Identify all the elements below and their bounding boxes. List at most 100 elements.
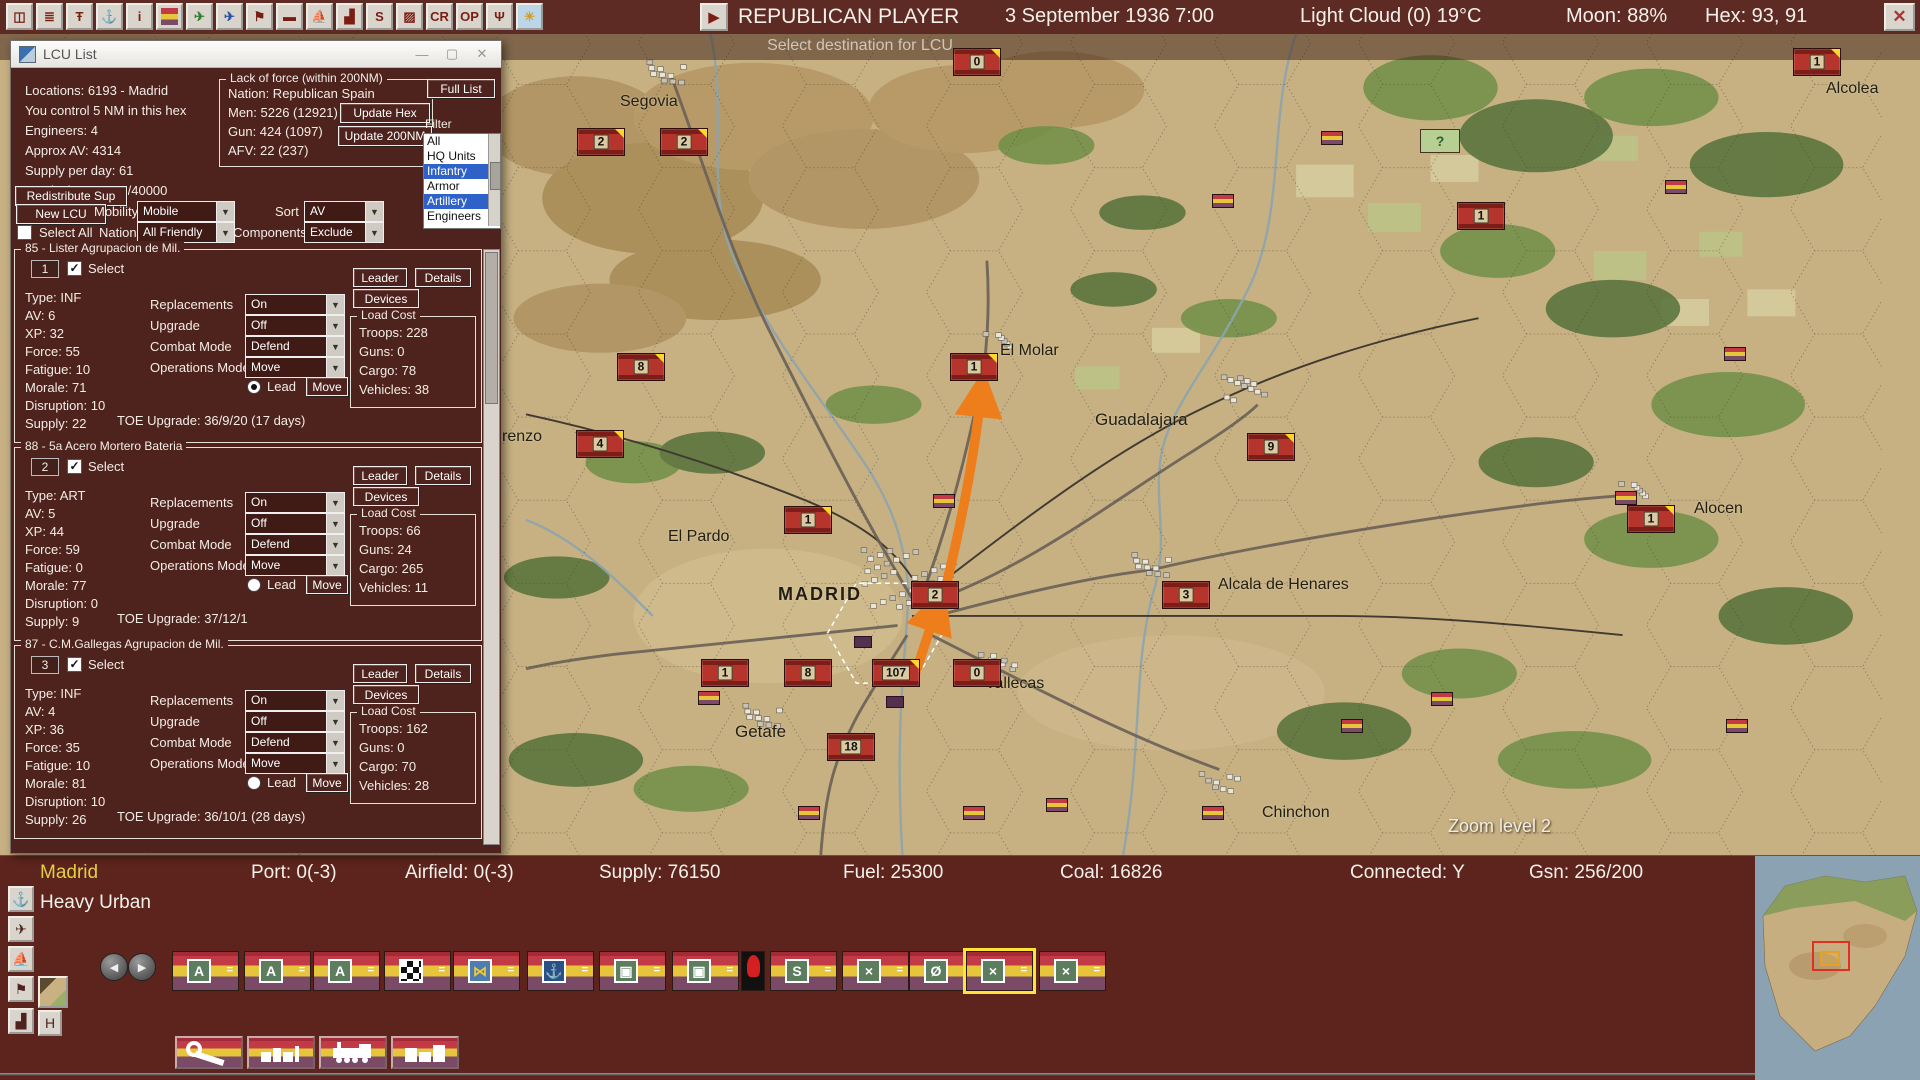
mobility-dropdown[interactable]: Mobile▼ xyxy=(137,201,235,222)
leader-button[interactable]: Leader xyxy=(353,664,407,683)
supply-icon[interactable]: S xyxy=(366,3,393,30)
unit-select-checkbox[interactable]: ✓ xyxy=(67,261,82,276)
strip-unit-pontoon[interactable]: ⋈= xyxy=(453,951,520,991)
strip-unit-s[interactable]: S= xyxy=(770,951,837,991)
move-button[interactable]: Move xyxy=(306,575,348,594)
strip-unit-aframe[interactable]: A= xyxy=(313,951,380,991)
airfield-icon[interactable]: ✈ xyxy=(8,916,34,942)
industry-facility-icon[interactable] xyxy=(247,1036,315,1069)
upgrade-dropdown[interactable]: Off▼ xyxy=(245,513,345,534)
combat-mode-dropdown[interactable]: Defend▼ xyxy=(245,534,345,555)
signal-icon[interactable]: Ψ xyxy=(486,3,513,30)
orders-icon[interactable]: ≣ xyxy=(36,3,63,30)
unit-flag[interactable] xyxy=(798,806,820,820)
strip-unit-truck[interactable]: ▣= xyxy=(599,951,666,991)
strip-unit-anchor[interactable]: ⚓= xyxy=(527,951,594,991)
unit-counter[interactable]: 1 xyxy=(950,353,998,381)
update-hex-button[interactable]: Update Hex xyxy=(340,103,430,123)
lead-radio[interactable] xyxy=(247,380,261,394)
operations-icon[interactable]: OP xyxy=(456,3,483,30)
unit-counter[interactable]: 8 xyxy=(784,659,832,687)
filter-scrollbar[interactable] xyxy=(488,134,500,226)
unit-counter[interactable]: 0 xyxy=(953,48,1001,76)
unit-select-control[interactable]: ✓ Select xyxy=(67,459,124,474)
leader-button[interactable]: Leader xyxy=(353,466,407,485)
replacements-dropdown[interactable]: On▼ xyxy=(245,294,345,315)
unit-flag[interactable] xyxy=(1202,806,1224,820)
minimize-button[interactable]: — xyxy=(407,44,437,64)
filter-option-engineers[interactable]: Engineers xyxy=(424,209,488,224)
combat-mode-dropdown[interactable]: Defend▼ xyxy=(245,336,345,357)
new-lcu-button[interactable]: New LCU xyxy=(16,204,106,224)
filter-option-armor[interactable]: Armor xyxy=(424,179,488,194)
unit-counter[interactable]: 18 xyxy=(827,733,875,761)
end-turn-button[interactable]: ▶ xyxy=(700,3,728,31)
rail-facility-icon[interactable] xyxy=(319,1036,387,1069)
objectives-icon[interactable]: ⚑ xyxy=(246,3,273,30)
move-button[interactable]: Move xyxy=(306,377,348,396)
full-list-button[interactable]: Full List xyxy=(427,79,495,98)
unknown-unit-counter[interactable]: ? xyxy=(1420,129,1460,153)
devices-button[interactable]: Devices xyxy=(353,289,419,308)
air-group-icon[interactable]: ✈ xyxy=(186,3,213,30)
unit-counter[interactable]: 2 xyxy=(660,128,708,156)
next-unit-button[interactable]: ▶ xyxy=(128,953,156,981)
window-titlebar[interactable]: LCU List — ▢ ✕ xyxy=(11,41,501,68)
prev-unit-button[interactable]: ◀ xyxy=(100,953,128,981)
unit-counter[interactable]: 1 xyxy=(784,506,832,534)
unit-flag[interactable] xyxy=(698,691,720,705)
unit-counter[interactable]: 1 xyxy=(1793,48,1841,76)
sort-dropdown[interactable]: AV▼ xyxy=(304,201,384,222)
lead-radio[interactable] xyxy=(247,578,261,592)
flag-icon[interactable]: ⚑ xyxy=(8,976,34,1002)
replacements-dropdown[interactable]: On▼ xyxy=(245,690,345,711)
unit-counter[interactable]: 1 xyxy=(1457,202,1505,230)
strip-unit-aframe[interactable]: A= xyxy=(172,951,239,991)
leader-button[interactable]: Leader xyxy=(353,268,407,287)
unit-flag[interactable] xyxy=(1615,491,1637,505)
unit-counter[interactable]: 8 xyxy=(617,353,665,381)
strip-unit-marker[interactable] xyxy=(741,951,765,991)
unit-counter[interactable]: 2 xyxy=(911,581,959,609)
strip-unit-x[interactable]: ×= xyxy=(966,951,1033,991)
close-window-button[interactable]: ✕ xyxy=(467,44,497,64)
unit-flag[interactable] xyxy=(1321,131,1343,145)
strip-unit-checker[interactable]: = xyxy=(384,951,451,991)
save-icon[interactable]: ◫ xyxy=(6,3,33,30)
close-game-button[interactable]: ✕ xyxy=(1884,3,1915,31)
select-all-control[interactable]: Select All xyxy=(17,225,92,240)
unit-flag[interactable] xyxy=(1212,194,1234,208)
redistribute-supply-button[interactable]: Redistribute Sup xyxy=(15,186,127,206)
unit-select-checkbox[interactable]: ✓ xyxy=(67,459,82,474)
unit-counter[interactable]: 2 xyxy=(577,128,625,156)
operations-mode-dropdown[interactable]: Move▼ xyxy=(245,753,345,774)
unit-flag[interactable] xyxy=(963,806,985,820)
unit-counter[interactable]: 0 xyxy=(953,659,1001,687)
unit-select-control[interactable]: ✓ Select xyxy=(67,657,124,672)
lead-radio[interactable] xyxy=(247,776,261,790)
unit-counter[interactable]: 1 xyxy=(701,659,749,687)
unit-flag[interactable] xyxy=(1724,347,1746,361)
filter-option-artillery[interactable]: Artillery xyxy=(424,194,488,209)
unit-flag[interactable] xyxy=(1046,798,1068,812)
naval-reinforcements-icon[interactable]: ⚓ xyxy=(96,3,123,30)
unit-flag[interactable] xyxy=(1665,180,1687,194)
depot-facility-icon[interactable] xyxy=(391,1036,459,1069)
strip-unit-truck[interactable]: ▣= xyxy=(672,951,739,991)
unit-counter[interactable]: 107 xyxy=(872,659,920,687)
air-mission-icon[interactable]: ✈ xyxy=(216,3,243,30)
unit-flag[interactable] xyxy=(1726,719,1748,733)
replacements-dropdown[interactable]: On▼ xyxy=(245,492,345,513)
devices-button[interactable]: Devices xyxy=(353,685,419,704)
unit-flag[interactable] xyxy=(1431,692,1453,706)
devices-button[interactable]: Devices xyxy=(353,487,419,506)
details-button[interactable]: Details xyxy=(415,268,471,287)
port-icon[interactable]: ⚓ xyxy=(8,886,34,912)
combat-report-icon[interactable]: CR xyxy=(426,3,453,30)
unit-counter[interactable]: 4 xyxy=(576,430,624,458)
upgrade-dropdown[interactable]: Off▼ xyxy=(245,315,345,336)
filter-option-all[interactable]: All xyxy=(424,134,488,149)
filter-option-hq-units[interactable]: HQ Units xyxy=(424,149,488,164)
factory-icon[interactable]: ▟ xyxy=(8,1008,34,1034)
repair-facility-icon[interactable] xyxy=(175,1036,243,1069)
